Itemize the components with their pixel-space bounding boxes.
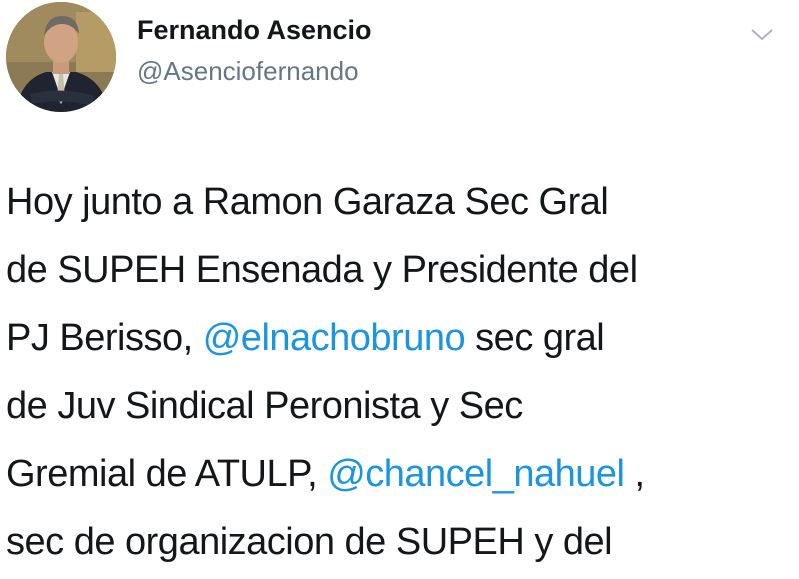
tweet-text-line: Gremial de ATULP, @chancel_nahuel ,: [6, 440, 796, 508]
tweet-text-line: sec de organizacion de SUPEH y del: [6, 521, 613, 563]
author-handle[interactable]: @Asenciofernando: [137, 55, 359, 87]
chevron-down-icon[interactable]: [749, 26, 775, 44]
tweet-text-line: Hoy junto a Ramon Garaza Sec Gral: [6, 181, 609, 223]
tweet-text: Hoy junto a Ramon Garaza Sec Gral de SUP…: [6, 168, 796, 576]
mention-link-elnachobruno[interactable]: @elnachobruno: [203, 317, 466, 359]
mention-link-chancel-nahuel[interactable]: @chancel_nahuel: [327, 453, 625, 495]
author-name[interactable]: Fernando Asencio: [137, 14, 372, 46]
tweet-text-segment: Gremial de ATULP,: [6, 453, 328, 495]
tweet-text-segment: sec gral: [465, 317, 605, 359]
avatar[interactable]: [6, 2, 116, 112]
tweet-card: Fernando Asencio @Asenciofernando Hoy ju…: [0, 0, 799, 579]
profile-photo-icon: [6, 2, 116, 112]
tweet-text-segment: ,: [624, 453, 646, 495]
tweet-text-line: PJ Berisso, @elnachobruno sec gral: [6, 304, 796, 372]
tweet-text-line: de SUPEH Ensenada y Presidente del: [6, 249, 638, 291]
tweet-text-line: de Juv Sindical Peronista y Sec: [6, 385, 523, 427]
tweet-text-segment: PJ Berisso,: [6, 317, 203, 359]
